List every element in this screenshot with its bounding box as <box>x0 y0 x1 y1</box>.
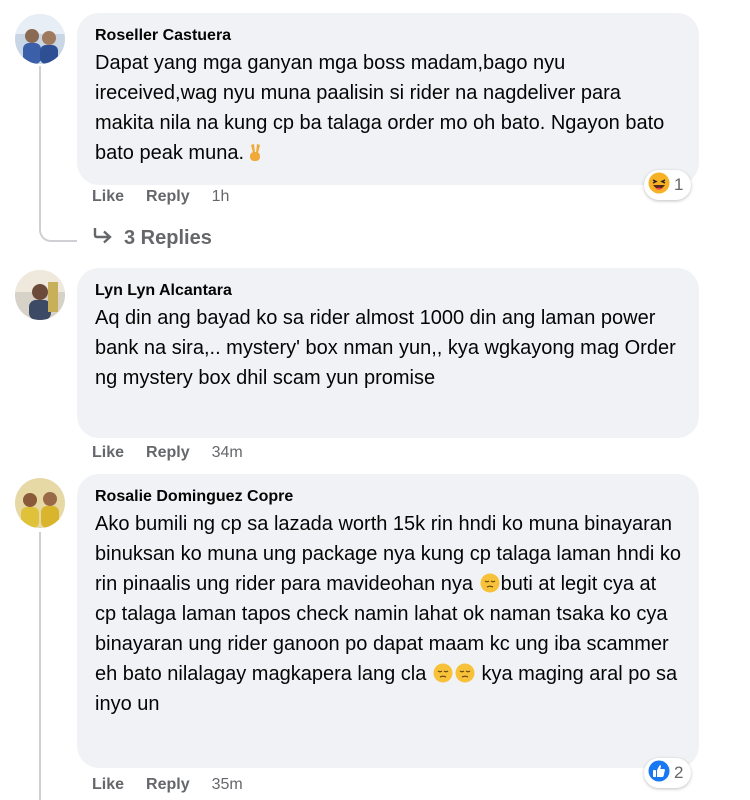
comment-actions: Like Reply 35m <box>92 776 243 794</box>
comment-timestamp[interactable]: 34m <box>212 444 243 462</box>
view-replies-link[interactable]: 3 Replies <box>92 226 212 250</box>
comment-text: Ako bumili ng cp sa lazada worth 15k rin… <box>95 509 681 719</box>
like-icon <box>648 760 670 787</box>
pensive-face-icon <box>480 573 500 593</box>
comment-bubble: Roseller Castuera Dapat yang mga ganyan … <box>77 13 699 185</box>
comment-author[interactable]: Roseller Castuera <box>95 26 681 46</box>
like-button[interactable]: Like <box>92 188 124 206</box>
comment-timestamp[interactable]: 1h <box>212 188 230 206</box>
comment-author[interactable]: Rosalie Dominguez Copre <box>95 487 681 507</box>
comment-text-body: Dapat yang mga ganyan mga boss madam,bag… <box>95 52 665 164</box>
comment-thread: Roseller Castuera Dapat yang mga ganyan … <box>0 0 750 800</box>
comment-bubble: Rosalie Dominguez Copre Ako bumili ng cp… <box>77 474 699 768</box>
pensive-face-icon <box>433 663 453 683</box>
comment-text: Dapat yang mga ganyan mga boss madam,bag… <box>95 48 681 168</box>
reaction-count: 1 <box>674 175 684 194</box>
like-button[interactable]: Like <box>92 776 124 794</box>
like-button[interactable]: Like <box>92 444 124 462</box>
replies-count-label[interactable]: 3 Replies <box>124 227 212 250</box>
avatar[interactable] <box>15 478 65 528</box>
comment-text: Aq din ang bayad ko sa rider almost 1000… <box>95 307 676 389</box>
reply-arrow-icon <box>92 226 114 250</box>
avatar[interactable] <box>15 270 65 320</box>
avatar[interactable] <box>15 14 65 64</box>
reaction-summary[interactable]: 2 <box>644 758 692 788</box>
haha-icon <box>648 172 670 199</box>
comment-bubble: Lyn Lyn Alcantara Aq din ang bayad ko sa… <box>77 268 699 438</box>
comment-actions: Like Reply 1h <box>92 188 229 206</box>
pensive-face-icon <box>455 663 475 683</box>
thread-line <box>39 532 41 800</box>
thread-line <box>39 66 41 192</box>
reaction-count: 2 <box>674 763 684 782</box>
reply-button[interactable]: Reply <box>146 188 190 206</box>
comment-author[interactable]: Lyn Lyn Alcantara <box>95 281 681 301</box>
comment-actions: Like Reply 34m <box>92 444 243 462</box>
replies-connector <box>39 190 77 242</box>
reply-button[interactable]: Reply <box>146 776 190 794</box>
victory-hand-icon <box>245 142 265 162</box>
reaction-summary[interactable]: 1 <box>644 170 692 200</box>
reply-button[interactable]: Reply <box>146 444 190 462</box>
comment-timestamp[interactable]: 35m <box>212 776 243 794</box>
